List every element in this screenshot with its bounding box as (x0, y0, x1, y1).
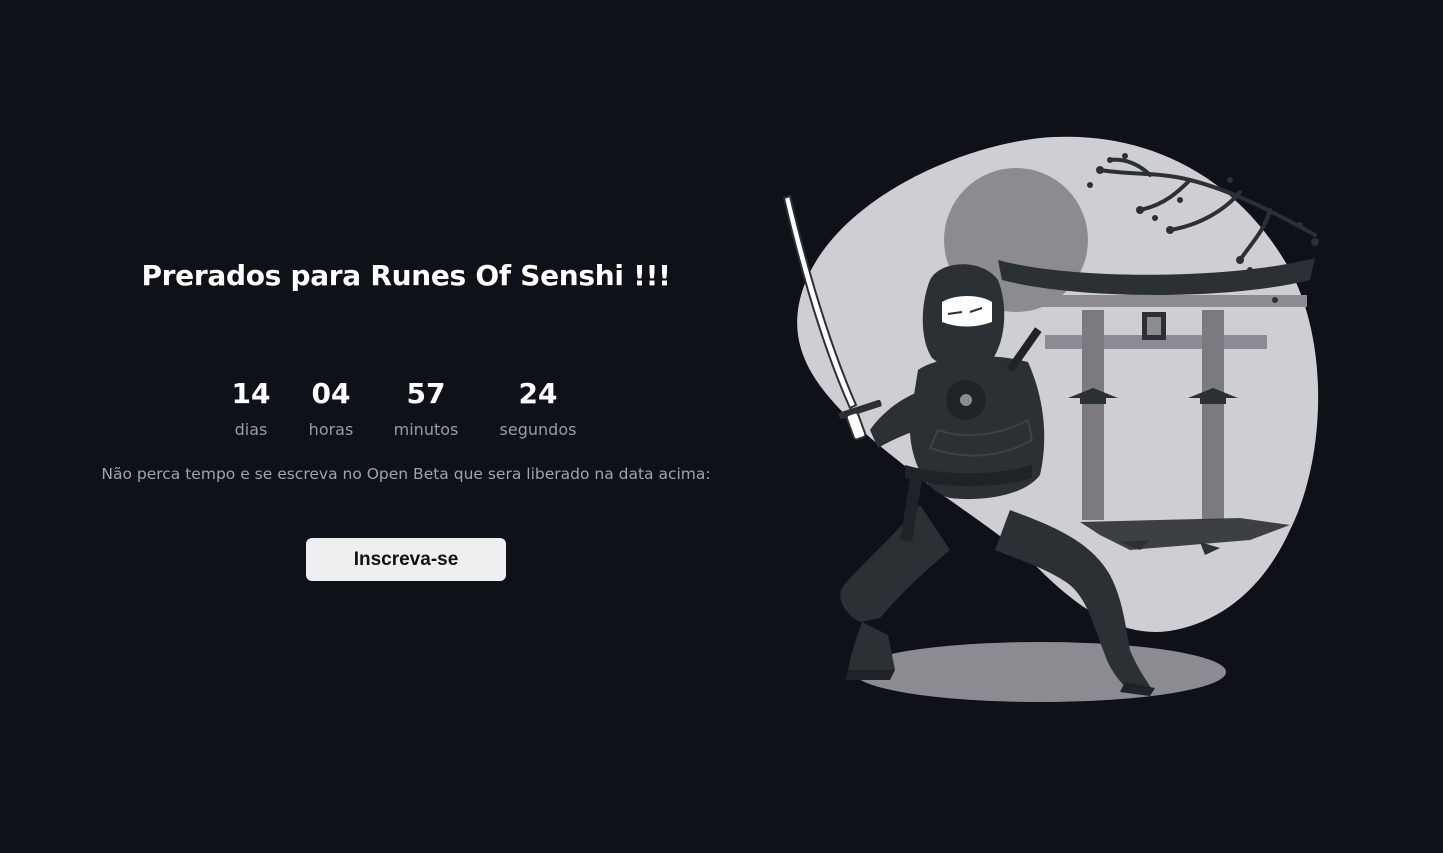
signup-message: Não perca tempo e se escreva no Open Bet… (101, 465, 711, 483)
countdown-hours-label: horas (308, 420, 354, 439)
countdown-hours: 04 horas (309, 374, 354, 444)
countdown-hours-value: 04 (311, 377, 351, 410)
ground-shadow (854, 642, 1226, 702)
countdown-days-label: dias (234, 420, 268, 439)
subscribe-button[interactable]: Inscreva-se (306, 538, 506, 581)
ninja-illustration (770, 130, 1340, 720)
countdown-seconds-value: 24 (518, 377, 558, 410)
countdown-timer: 14 dias 04 horas 57 minutos 24 segundos (0, 374, 812, 444)
countdown-days: 14 dias (232, 374, 271, 444)
countdown-days-value: 14 (231, 377, 271, 410)
countdown-minutes: 57 minutos (394, 374, 459, 444)
countdown-seconds: 24 segundos (500, 374, 577, 444)
countdown-minutes-label: minutos (393, 420, 459, 439)
countdown-seconds-label: segundos (499, 420, 577, 439)
countdown-section: Prerados para Runes Of Senshi !!! 14 dia… (0, 0, 812, 853)
countdown-minutes-value: 57 (406, 377, 446, 410)
page-title: Prerados para Runes Of Senshi !!! (141, 259, 671, 292)
